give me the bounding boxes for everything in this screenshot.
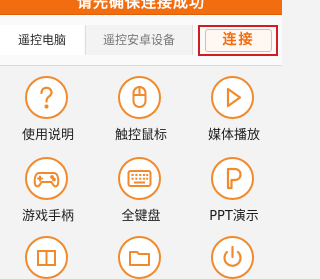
grid-label: 媒体播放 — [207, 128, 260, 143]
app-header: 请先确保连接成功 — [0, 0, 282, 15]
folder-icon — [118, 236, 161, 279]
ppt-icon — [211, 157, 254, 200]
gift-icon — [25, 236, 68, 279]
header-title: 请先确保连接成功 — [76, 0, 205, 11]
connect-button[interactable]: 连接 — [205, 29, 272, 52]
play-icon — [211, 76, 254, 119]
tab-remote-android[interactable]: 遥控安卓设备 — [85, 25, 193, 55]
grid-label: 全键盘 — [121, 209, 161, 224]
help-icon — [25, 76, 68, 119]
keyboard-icon — [118, 157, 161, 200]
mouse-icon — [118, 76, 161, 119]
gamepad-icon — [25, 157, 68, 200]
tab-remote-pc[interactable]: 遥控电脑 — [0, 25, 84, 55]
power-icon — [211, 236, 254, 279]
grid-label: 使用说明 — [21, 128, 74, 143]
grid-label: 游戏手柄 — [21, 209, 74, 224]
grid-label: PPT演示 — [209, 209, 259, 224]
grid-label: 触控鼠标 — [114, 128, 167, 143]
